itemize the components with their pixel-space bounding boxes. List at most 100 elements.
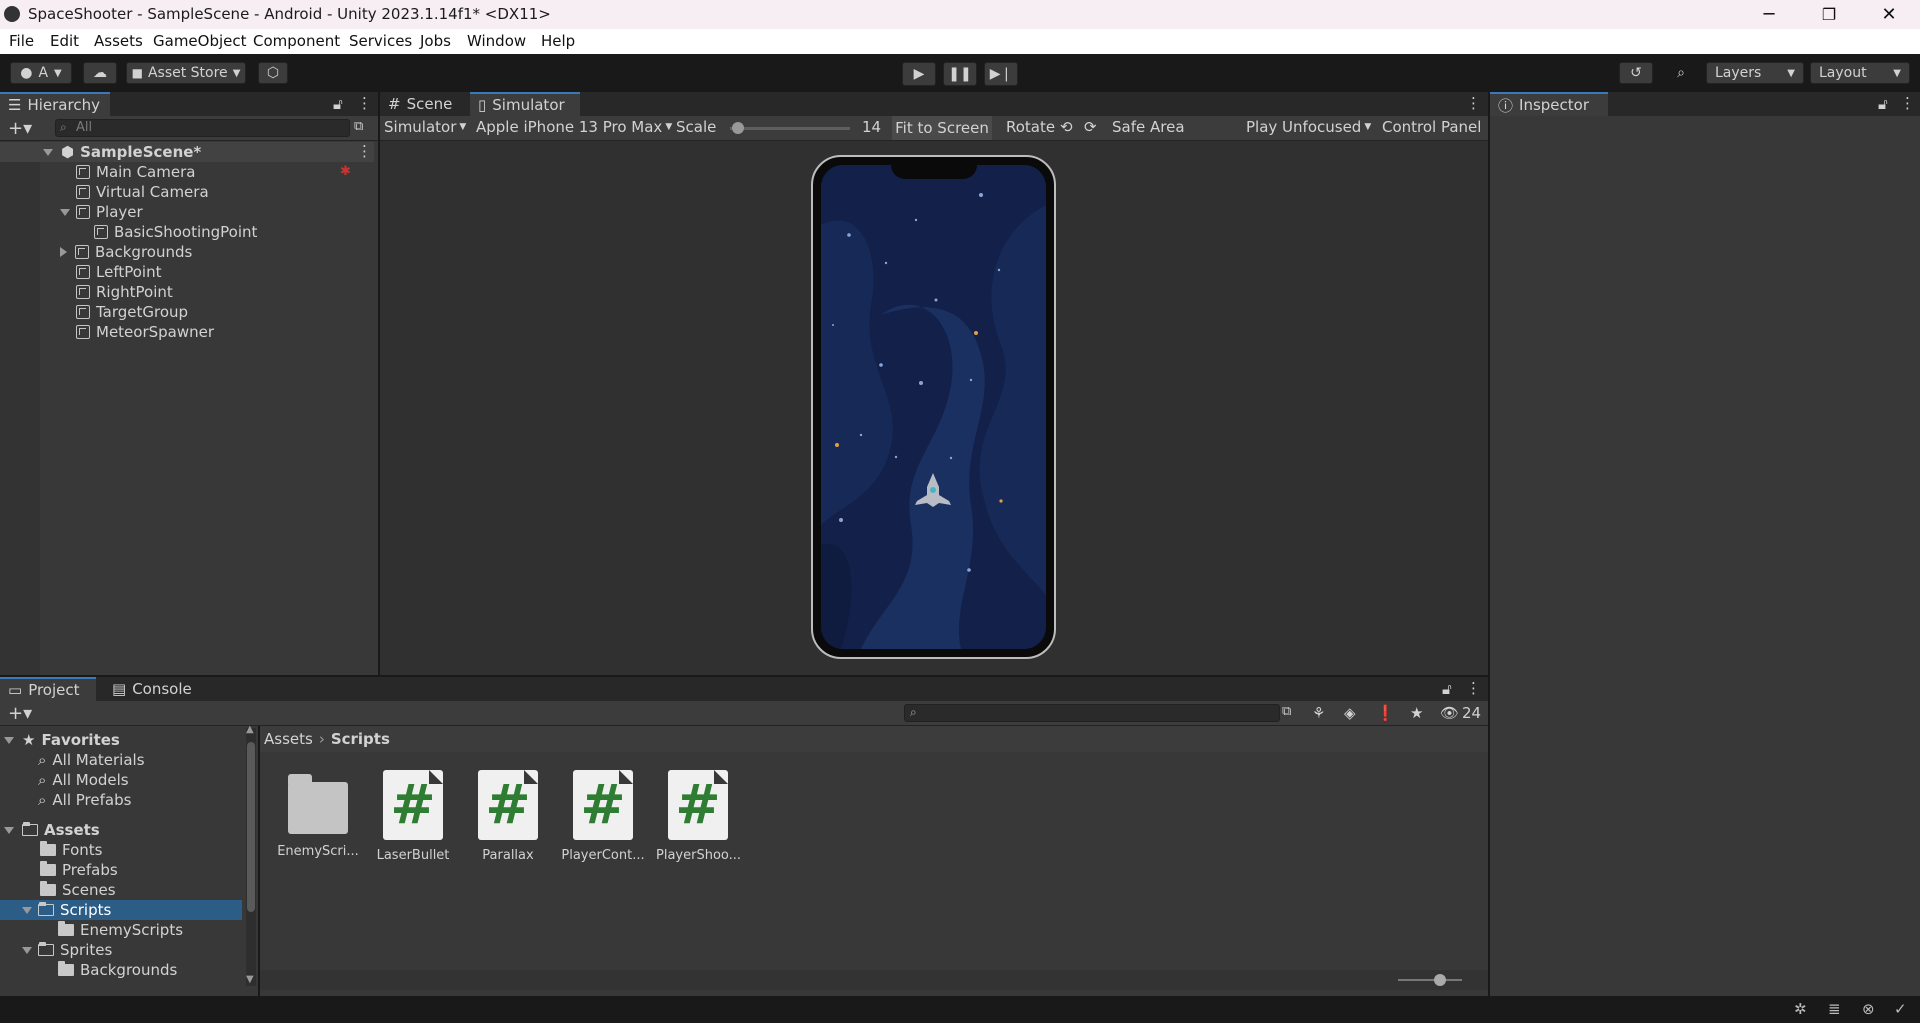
device-dropdown[interactable]: Apple iPhone 13 Pro Max ▼: [476, 118, 672, 136]
favorite-star-icon[interactable]: ★: [1410, 704, 1423, 722]
expand-arrow-icon[interactable]: [22, 906, 32, 914]
scroll-up-icon[interactable]: ▲: [246, 724, 254, 735]
favorites-header[interactable]: ★ Favorites: [0, 730, 245, 750]
asset-store-dropdown[interactable]: ■ Asset Store ▼: [126, 62, 246, 84]
tree-scrollbar[interactable]: ▲ ▼: [246, 724, 256, 986]
search-scope-icon[interactable]: ⧉: [1282, 704, 1291, 719]
breadcrumb-scripts[interactable]: Scripts: [331, 730, 390, 748]
play-button[interactable]: ▶: [902, 62, 936, 86]
lock-icon[interactable]: 🔓︎: [1878, 95, 1888, 113]
rotate-right-icon[interactable]: ⟳: [1084, 118, 1097, 136]
tab-console[interactable]: ▤ Console: [104, 677, 204, 701]
mode-dropdown[interactable]: Simulator ▼: [384, 118, 466, 136]
more-options-icon[interactable]: ⋮: [1900, 94, 1915, 112]
play-mode-dropdown[interactable]: Play Unfocused ▼: [1246, 118, 1371, 136]
tree-folder[interactable]: Backgrounds: [0, 960, 245, 980]
tab-project[interactable]: ▭ Project: [0, 677, 96, 701]
tree-folder[interactable]: EnemyScripts: [0, 920, 245, 940]
minimize-button[interactable]: ─: [1740, 0, 1798, 29]
tab-inspector[interactable]: ⓘ Inspector: [1490, 92, 1608, 116]
asset-folder-item[interactable]: EnemyScri...: [276, 770, 360, 859]
scroll-down-icon[interactable]: ▼: [246, 974, 254, 985]
menu-edit[interactable]: Edit: [50, 32, 79, 50]
warning-filter-icon[interactable]: ❗: [1376, 704, 1395, 722]
project-search-input[interactable]: [904, 704, 1280, 722]
asset-script-item[interactable]: # Parallax: [466, 770, 550, 863]
maximize-button[interactable]: ❐: [1800, 0, 1858, 29]
package-button[interactable]: ⬡: [258, 62, 288, 84]
hierarchy-item[interactable]: TargetGroup: [0, 302, 374, 322]
lock-icon[interactable]: 🔓︎: [1442, 680, 1452, 698]
layers-dropdown[interactable]: Layers ▼: [1706, 62, 1804, 84]
expand-arrow-icon[interactable]: [22, 946, 32, 954]
asset-script-item[interactable]: # PlayerShoo...: [656, 770, 741, 863]
assets-header[interactable]: Assets: [0, 820, 245, 840]
tab-hierarchy[interactable]: ☰ Hierarchy: [0, 92, 110, 116]
rotate-left-icon[interactable]: ⟲: [1060, 118, 1073, 136]
icon-size-slider-track[interactable]: [1398, 979, 1462, 981]
safe-area-toggle[interactable]: Safe Area: [1112, 118, 1185, 136]
lock-icon[interactable]: 🔓︎: [333, 95, 343, 113]
more-options-icon[interactable]: ⋮: [357, 142, 372, 160]
scale-slider-thumb[interactable]: [732, 122, 744, 134]
hierarchy-item[interactable]: LeftPoint: [0, 262, 374, 282]
filter-label-icon[interactable]: ◈: [1344, 704, 1356, 722]
tab-simulator[interactable]: ▯ Simulator: [470, 92, 580, 116]
hierarchy-item[interactable]: MeteorSpawner: [0, 322, 374, 342]
expand-arrow-icon[interactable]: [60, 208, 70, 216]
cloud-button[interactable]: ☁: [83, 62, 117, 84]
game-view[interactable]: [821, 165, 1046, 649]
asset-script-item[interactable]: # LaserBullet: [371, 770, 455, 863]
hierarchy-item[interactable]: Main Camera ✱: [0, 162, 374, 182]
hierarchy-item[interactable]: Virtual Camera: [0, 182, 374, 202]
close-button[interactable]: ✕: [1860, 0, 1918, 29]
create-asset-button[interactable]: +▾: [8, 703, 32, 724]
menu-help[interactable]: Help: [541, 32, 575, 50]
tree-folder-selected[interactable]: Scripts: [0, 900, 242, 920]
fit-to-screen-button[interactable]: Fit to Screen: [892, 116, 992, 140]
hierarchy-item[interactable]: Player: [0, 202, 374, 222]
menu-component[interactable]: Component: [253, 32, 340, 50]
scrollbar-thumb[interactable]: [247, 742, 255, 912]
asset-script-item[interactable]: # PlayerCont...: [561, 770, 645, 863]
network-icon[interactable]: ⊗: [1862, 1000, 1875, 1018]
more-options-icon[interactable]: ⋮: [1466, 94, 1481, 112]
menu-assets[interactable]: Assets: [94, 32, 143, 50]
debug-icon[interactable]: ✲: [1794, 1000, 1807, 1018]
menu-window[interactable]: Window: [467, 32, 526, 50]
scene-row[interactable]: ⬢ SampleScene* ⋮: [0, 142, 374, 162]
search-button[interactable]: ⌕: [1664, 62, 1698, 84]
control-panel-button[interactable]: Control Panel: [1382, 118, 1481, 136]
scene-visibility-icon[interactable]: ⧉: [354, 119, 363, 134]
hierarchy-item[interactable]: Backgrounds: [0, 242, 374, 262]
pause-button[interactable]: ❚❚: [943, 62, 977, 86]
scale-slider-track[interactable]: [730, 127, 850, 130]
favorite-item[interactable]: ⌕ All Prefabs: [0, 790, 245, 810]
more-options-icon[interactable]: ⋮: [357, 94, 372, 112]
hierarchy-search-input[interactable]: All: [55, 119, 350, 137]
favorite-item[interactable]: ⌕ All Materials: [0, 750, 245, 770]
breadcrumb-assets[interactable]: Assets: [264, 730, 313, 748]
tab-scene[interactable]: # Scene: [380, 92, 466, 116]
tree-folder[interactable]: Fonts: [0, 840, 245, 860]
add-object-button[interactable]: +▾: [8, 118, 32, 139]
tree-folder[interactable]: Sprites: [0, 940, 245, 960]
menu-jobs[interactable]: Jobs: [420, 32, 451, 50]
menu-gameobject[interactable]: GameObject: [153, 32, 247, 50]
hierarchy-item[interactable]: BasicShootingPoint: [0, 222, 374, 242]
more-options-icon[interactable]: ⋮: [1466, 679, 1481, 697]
filter-type-icon[interactable]: ⚘: [1312, 704, 1325, 722]
menu-services[interactable]: Services: [349, 32, 412, 50]
undo-history-button[interactable]: ↺: [1619, 62, 1653, 84]
stack-icon[interactable]: ≣: [1828, 1000, 1841, 1018]
layout-dropdown[interactable]: Layout ▼: [1810, 62, 1910, 84]
expand-arrow-icon[interactable]: [43, 148, 53, 156]
tree-folder[interactable]: Prefabs: [0, 860, 245, 880]
icon-size-slider-thumb[interactable]: [1434, 974, 1446, 986]
tree-folder[interactable]: Scenes: [0, 880, 245, 900]
check-icon[interactable]: ✓: [1894, 1000, 1907, 1018]
expand-arrow-icon[interactable]: [4, 826, 14, 834]
expand-arrow-icon[interactable]: [4, 736, 14, 744]
collapse-arrow-icon[interactable]: [60, 247, 67, 257]
account-dropdown[interactable]: ● A ▼: [10, 62, 72, 84]
